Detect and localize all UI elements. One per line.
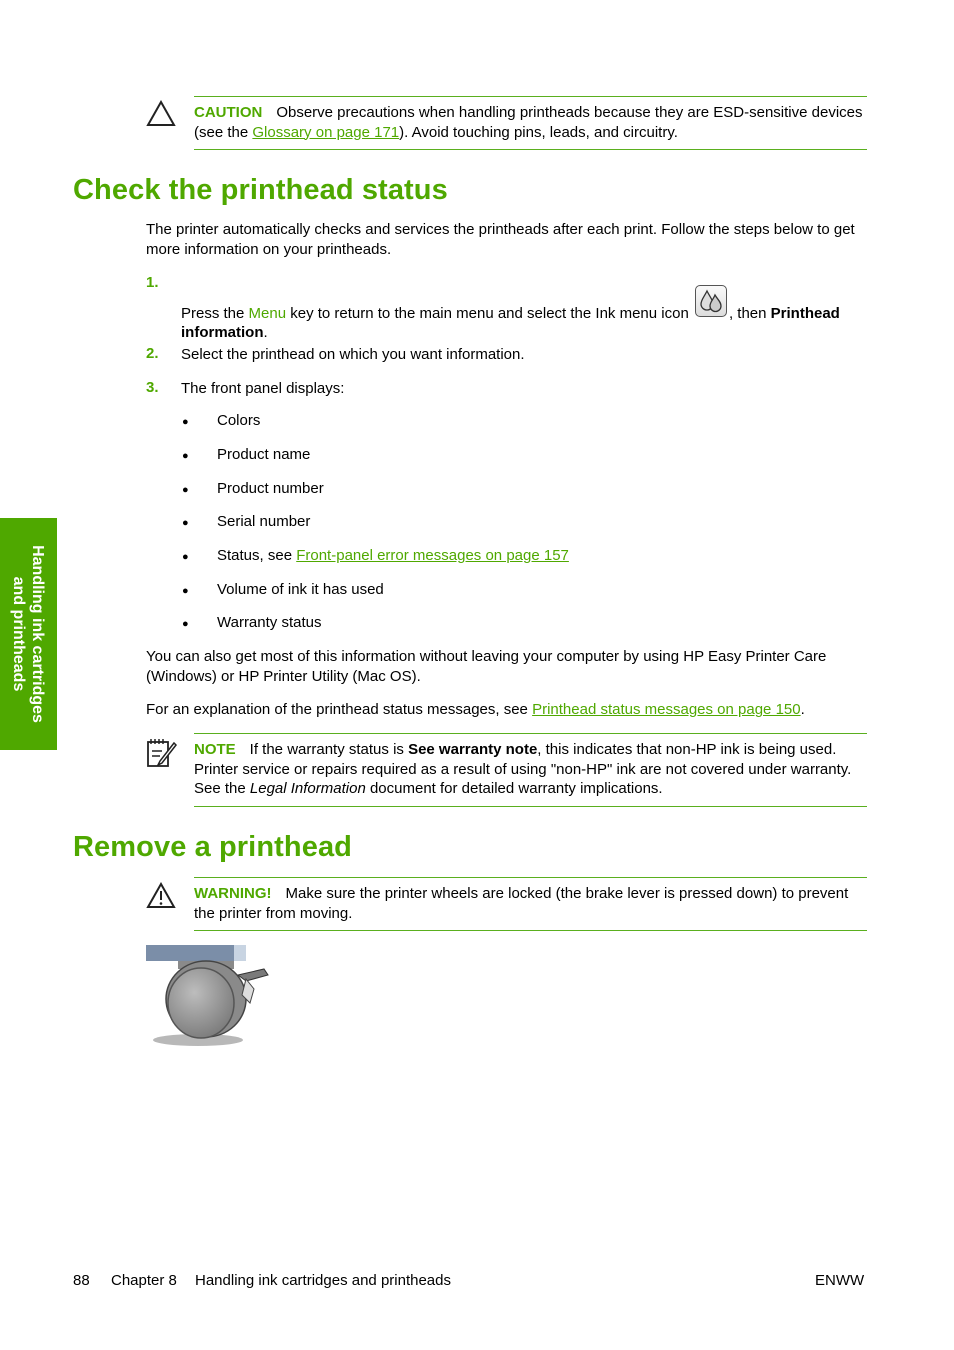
caution-triangle-icon (146, 100, 176, 126)
note-label: NOTE (194, 741, 236, 758)
ink-drops-icon (694, 285, 727, 317)
step-number-1: 1. (146, 274, 159, 291)
list-item: Warranty status (217, 614, 322, 631)
bullet-icon: ● (182, 484, 189, 496)
caution-text-end: ). Avoid touching pins, leads, and circu… (399, 123, 678, 141)
step-1-text-d: . (263, 324, 268, 341)
step-number-3: 3. (146, 379, 159, 396)
also-paragraph: You can also get most of this informatio… (146, 648, 827, 685)
step-1-text-c: , then (728, 305, 771, 322)
caution-label: CAUTION (194, 104, 263, 121)
step-1-text-b: key to return to the main menu and selec… (286, 305, 693, 322)
front-panel-error-link[interactable]: Front-panel error messages on page 157 (296, 547, 569, 564)
chapter-side-tab: Handling ink cartridges and printheads (0, 518, 57, 750)
side-tab-label: Handling ink cartridges and printheads (9, 545, 47, 723)
step-3-text: The front panel displays: (181, 380, 345, 397)
glossary-link[interactable]: Glossary on page 171 (252, 124, 399, 141)
bullet-icon: ● (182, 585, 189, 597)
list-item: Product name (217, 446, 311, 463)
intro-paragraph: The printer automatically checks and ser… (146, 221, 855, 258)
step-number-2: 2. (146, 345, 159, 362)
page-number: 88 (73, 1272, 90, 1289)
bullet-icon: ● (182, 551, 189, 563)
note-text-c: document for detailed warranty implicati… (365, 780, 663, 797)
list-item: Product number (217, 480, 324, 497)
warning-triangle-icon (146, 882, 176, 908)
side-tab-line-1: Handling ink cartridges (29, 545, 46, 723)
bullet-icon: ● (182, 618, 189, 630)
note-pad-icon (147, 739, 177, 767)
bullet-icon: ● (182, 450, 189, 462)
printhead-status-messages-link[interactable]: Printhead status messages on page 150 (532, 701, 801, 718)
explanation-paragraph: For an explanation of the printhead stat… (146, 700, 868, 720)
footer-enww: ENWW (815, 1272, 865, 1289)
note-text-a: If the warranty status is (249, 741, 409, 758)
list-item: Volume of ink it has used (217, 581, 384, 598)
caution-notice: CAUTION Observe precautions when handling… (194, 96, 867, 150)
section-title-remove-printhead: Remove a printhead (73, 831, 352, 863)
list-item: Serial number (217, 513, 311, 530)
list-item: Status, see Front-panel error messages o… (217, 547, 569, 564)
list-item-text: Status, see (217, 547, 297, 564)
see-warranty-note-label: See warranty note (408, 741, 538, 758)
printer-wheel-brake-illustration (146, 945, 269, 1046)
list-item: Colors (217, 412, 261, 429)
warranty-note: NOTE If the warranty status is See warran… (194, 733, 867, 807)
section-title-check-printhead-status: Check the printhead status (73, 174, 448, 206)
step-1-text-a: Press the (181, 305, 249, 322)
warning-label: WARNING! (194, 885, 272, 902)
warning-text: Make sure the printer wheels are locked … (194, 885, 849, 922)
menu-key-label: Menu (248, 305, 287, 322)
legal-information-label: Legal Information (249, 780, 366, 797)
bullet-icon: ● (182, 416, 189, 428)
footer-chapter: Chapter 8 (111, 1272, 177, 1289)
footer-chapter-title: Handling ink cartridges and printheads (195, 1272, 451, 1289)
step-1-text: Press the Menu key to return to the main… (181, 285, 871, 342)
bullet-icon: ● (182, 517, 189, 529)
explanation-text: For an explanation of the printhead stat… (146, 701, 533, 718)
explanation-end: . (800, 701, 805, 718)
side-tab-line-2: and printheads (10, 576, 27, 692)
warning-notice: WARNING! Make sure the printer wheels are… (194, 877, 867, 931)
step-2-text: Select the printhead on which you want i… (181, 346, 525, 363)
